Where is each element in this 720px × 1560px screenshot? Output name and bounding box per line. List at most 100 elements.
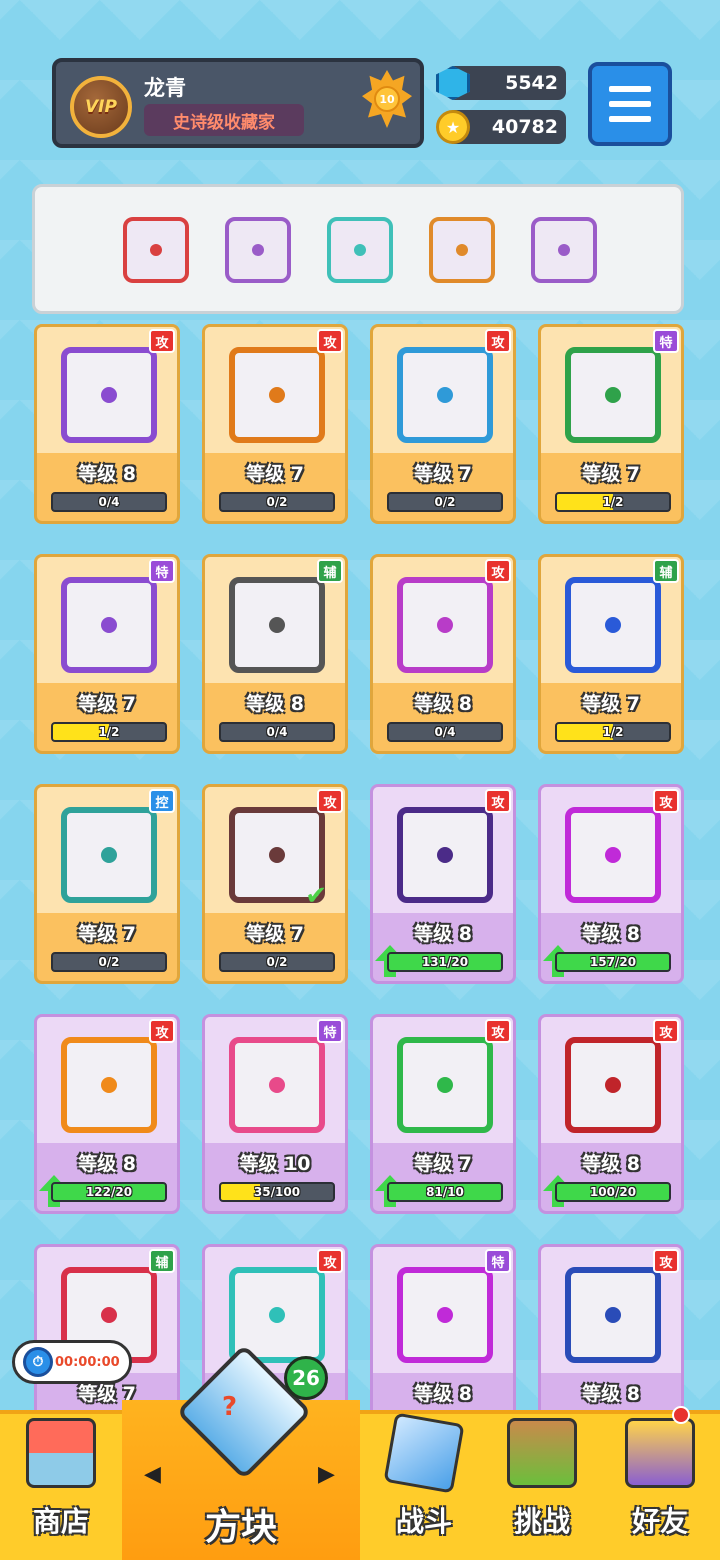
progress-bar: 0/2 (51, 952, 167, 972)
sword-shield-icon (383, 1412, 465, 1494)
block-icon (565, 1037, 661, 1133)
timer-text: 00:00:00 (55, 1354, 120, 1370)
block-card[interactable]: 特等级 7 1/2 (538, 324, 684, 524)
progress-text: 1/2 (602, 495, 624, 509)
progress-text: 35/100 (253, 1185, 301, 1199)
type-tag: 辅 (317, 559, 343, 583)
block-card[interactable]: 攻等级 7 0/2 (202, 324, 348, 524)
card-level: 等级 8 (414, 923, 472, 945)
profile-panel[interactable]: VIP 龙青 史诗级收藏家 10 (52, 58, 424, 148)
block-card[interactable]: 攻等级 8 0/4 (34, 324, 180, 524)
nav-shop[interactable]: 商店 (0, 1410, 122, 1560)
type-tag: 攻 (485, 789, 511, 813)
block-card[interactable]: 辅等级 8 0/4 (202, 554, 348, 754)
signpost-icon (507, 1418, 577, 1488)
vip-badge: VIP (70, 76, 132, 138)
block-icon (397, 347, 493, 443)
progress-bar: 81/10 (387, 1182, 503, 1202)
block-card[interactable]: 控等级 7 0/2 (34, 784, 180, 984)
card-level: 等级 7 (582, 693, 640, 715)
type-tag: 攻 (653, 1249, 679, 1273)
card-level: 等级 7 (246, 923, 304, 945)
block-icon (397, 807, 493, 903)
block-icon (397, 577, 493, 673)
notification-dot (672, 1406, 690, 1424)
nav-battle-label: 战斗 (395, 1505, 452, 1538)
nav-challenge[interactable]: 挑战 (482, 1410, 602, 1560)
block-card[interactable]: 攻等级 8 0/4 (370, 554, 516, 754)
block-card[interactable]: 攻等级 8 122/20 (34, 1014, 180, 1214)
progress-bar: 122/20 (51, 1182, 167, 1202)
stopwatch-icon: ⏱ (23, 1347, 53, 1377)
player-name: 龙青 (144, 76, 186, 100)
progress-text: 0/4 (434, 725, 456, 739)
arrow-right-icon[interactable]: ▶ (318, 1462, 335, 1487)
card-level: 等级 8 (582, 1153, 640, 1175)
equipped-slot[interactable] (429, 217, 495, 283)
nav-challenge-label: 挑战 (513, 1505, 570, 1538)
progress-text: 1/2 (98, 725, 120, 739)
nav-battle[interactable]: 战斗 (364, 1410, 484, 1560)
progress-text: 100/20 (589, 1185, 637, 1199)
progress-text: 0/4 (266, 725, 288, 739)
block-icon (397, 1267, 493, 1363)
block-card[interactable]: 特等级 10 35/100 (202, 1014, 348, 1214)
equipped-slot[interactable] (327, 217, 393, 283)
arrow-left-icon[interactable]: ◀ (144, 1462, 161, 1487)
card-level: 等级 7 (78, 693, 136, 715)
type-tag: 辅 (149, 1249, 175, 1273)
type-tag: 攻 (317, 1249, 343, 1273)
card-level: 等级 8 (78, 1153, 136, 1175)
progress-text: 131/20 (421, 955, 469, 969)
type-tag: 攻 (653, 1019, 679, 1043)
block-card[interactable]: 攻等级 8 157/20 (538, 784, 684, 984)
progress-bar: 157/20 (555, 952, 671, 972)
block-icon (397, 1037, 493, 1133)
block-card[interactable]: 攻 ✔ 等级 7 0/2 (202, 784, 348, 984)
card-level: 等级 8 (78, 463, 136, 485)
menu-icon (609, 86, 651, 92)
progress-bar: 1/2 (555, 722, 671, 742)
block-icon (565, 1267, 661, 1363)
progress-text: 157/20 (589, 955, 637, 969)
type-tag: 攻 (485, 1019, 511, 1043)
type-tag: 攻 (149, 1019, 175, 1043)
progress-bar: 35/100 (219, 1182, 335, 1202)
question-mark-icon: ? (222, 1392, 238, 1422)
type-tag: 特 (317, 1019, 343, 1043)
equipped-slot[interactable] (225, 217, 291, 283)
card-level: 等级 8 (582, 1383, 640, 1405)
menu-button[interactable] (588, 62, 672, 146)
card-level: 等级 7 (414, 463, 472, 485)
progress-text: 0/2 (98, 955, 120, 969)
card-level: 等级 7 (414, 1153, 472, 1175)
block-card[interactable]: 特等级 7 1/2 (34, 554, 180, 754)
type-tag: 攻 (485, 329, 511, 353)
block-icon (61, 347, 157, 443)
friends-icon (625, 1418, 695, 1488)
block-card[interactable]: 攻等级 7 81/10 (370, 1014, 516, 1214)
type-tag: 攻 (317, 329, 343, 353)
card-level: 等级 8 (414, 693, 472, 715)
card-level: 等级 8 (414, 1383, 472, 1405)
coin-icon: ★ (436, 110, 470, 144)
progress-bar: 0/4 (51, 492, 167, 512)
block-card[interactable]: 攻等级 8 100/20 (538, 1014, 684, 1214)
rank-number: 10 (374, 86, 400, 112)
progress-bar: 0/2 (387, 492, 503, 512)
block-card[interactable]: 攻等级 7 0/2 (370, 324, 516, 524)
nav-friends[interactable]: 好友 (600, 1410, 720, 1560)
nav-friends-label: 好友 (631, 1505, 688, 1538)
block-icon (565, 347, 661, 443)
block-icon (61, 807, 157, 903)
type-tag: 特 (149, 559, 175, 583)
block-card[interactable]: 辅等级 7 1/2 (538, 554, 684, 754)
timer-bubble: ⏱ 00:00:00 (12, 1340, 132, 1384)
block-icon (565, 807, 661, 903)
progress-bar: 0/4 (387, 722, 503, 742)
equipped-slot[interactable] (123, 217, 189, 283)
equipped-blocks-panel (32, 184, 684, 314)
block-card[interactable]: 攻等级 8 131/20 (370, 784, 516, 984)
equipped-slot[interactable] (531, 217, 597, 283)
type-tag: 控 (149, 789, 175, 813)
